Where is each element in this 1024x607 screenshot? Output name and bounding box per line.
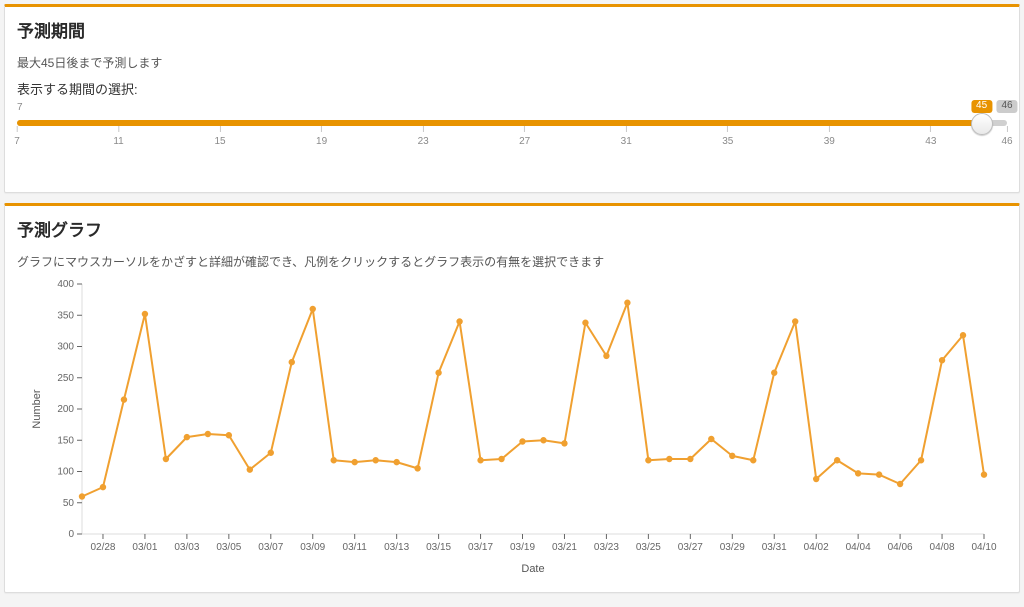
svg-text:03/03: 03/03 — [174, 542, 199, 553]
svg-text:150: 150 — [57, 435, 74, 446]
svg-text:03/29: 03/29 — [720, 542, 745, 553]
svg-text:03/27: 03/27 — [678, 542, 703, 553]
svg-text:100: 100 — [57, 467, 74, 478]
slider-ticks: 711151923273135394346 — [17, 136, 1007, 148]
chart-panel: 予測グラフ グラフにマウスカーソルをかざすと詳細が確認でき、凡例をクリックすると… — [4, 203, 1020, 593]
svg-text:200: 200 — [57, 404, 74, 415]
period-panel: 予測期間 最大45日後まで予測します 表示する期間の選択: 7 45 46 71… — [4, 4, 1020, 193]
period-slider[interactable]: 7 45 46 711151923273135394346 — [17, 104, 1007, 174]
period-title: 予測期間 — [17, 17, 1007, 42]
svg-text:50: 50 — [63, 498, 75, 509]
svg-text:Number: Number — [31, 389, 43, 428]
slider-fill — [17, 120, 982, 126]
chart-title: 予測グラフ — [17, 216, 1007, 241]
svg-text:300: 300 — [57, 342, 74, 353]
svg-text:04/02: 04/02 — [804, 542, 829, 553]
slider-value-bubble: 45 — [971, 100, 992, 113]
svg-text:04/04: 04/04 — [846, 542, 871, 553]
svg-text:03/25: 03/25 — [636, 542, 661, 553]
svg-text:03/05: 03/05 — [216, 542, 241, 553]
svg-text:03/19: 03/19 — [510, 542, 535, 553]
svg-text:400: 400 — [57, 279, 74, 290]
slider-handle[interactable] — [971, 113, 993, 135]
svg-text:03/17: 03/17 — [468, 542, 493, 553]
svg-text:04/08: 04/08 — [930, 542, 955, 553]
svg-text:03/09: 03/09 — [300, 542, 325, 553]
svg-text:02/28: 02/28 — [90, 542, 115, 553]
slider-min-readout: 7 — [17, 102, 23, 113]
period-note: 最大45日後まで予測します — [17, 54, 1007, 71]
svg-text:Date: Date — [521, 563, 544, 574]
svg-text:0: 0 — [68, 529, 74, 540]
svg-text:250: 250 — [57, 373, 74, 384]
forecast-chart[interactable]: 0 50 100 150 200 250 300 350 400 02/28 03/01 03/03 0… — [22, 274, 1002, 574]
svg-text:03/01: 03/01 — [132, 542, 157, 553]
period-select-label: 表示する期間の選択: — [17, 79, 1007, 98]
svg-text:04/10: 04/10 — [971, 542, 996, 553]
svg-text:03/07: 03/07 — [258, 542, 283, 553]
svg-text:03/23: 03/23 — [594, 542, 619, 553]
svg-text:03/21: 03/21 — [552, 542, 577, 553]
svg-text:03/31: 03/31 — [762, 542, 787, 553]
chart-note: グラフにマウスカーソルをかざすと詳細が確認でき、凡例をクリックするとグラフ表示の… — [17, 253, 1007, 270]
slider-max-bubble: 46 — [996, 100, 1017, 113]
svg-text:03/13: 03/13 — [384, 542, 409, 553]
svg-text:03/11: 03/11 — [343, 542, 368, 553]
svg-text:04/06: 04/06 — [888, 542, 913, 553]
svg-text:350: 350 — [57, 310, 74, 321]
svg-text:03/15: 03/15 — [426, 542, 451, 553]
